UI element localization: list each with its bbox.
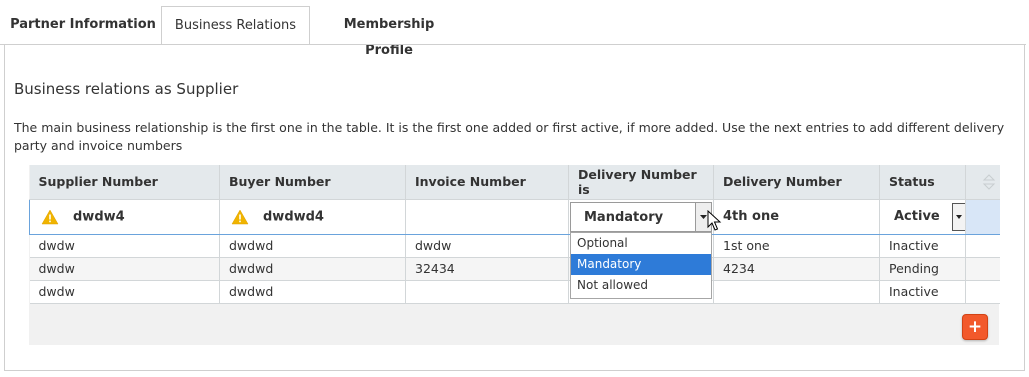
buyer-number-value: dwdwd4 (263, 209, 324, 224)
delivery-number-is-select[interactable]: Mandatory (570, 201, 712, 232)
dropdown-option-optional[interactable]: Optional (571, 233, 711, 254)
buyer-number-cell: dwdwd (219, 280, 406, 304)
tab-business-relations[interactable]: Business Relations (161, 6, 310, 45)
column-header-buyer-number[interactable]: Buyer Number (219, 165, 406, 200)
column-header-delivery-number-is[interactable]: Delivery Number is (568, 165, 714, 200)
add-row-button[interactable]: + (962, 314, 988, 340)
buyer-number-cell: dwdwd (219, 234, 406, 258)
warning-icon (41, 208, 59, 225)
delivery-number-is-edit-cell[interactable]: Mandatory (568, 198, 714, 235)
add-icon: + (967, 317, 983, 337)
column-header-status[interactable]: Status (879, 165, 966, 200)
invoice-number-edit-cell[interactable] (405, 198, 569, 235)
supplier-number-cell: dwdw (29, 280, 220, 304)
dropdown-option-not-allowed[interactable]: Not allowed (571, 275, 711, 296)
status-cell: Inactive (879, 234, 966, 258)
delivery-number-cell: 1st one (713, 234, 880, 258)
delivery-number-edit-cell[interactable]: 4th one (713, 198, 880, 235)
column-header-sort[interactable] (965, 165, 1000, 200)
row-action-cell (965, 198, 1000, 235)
column-header-delivery-number[interactable]: Delivery Number (713, 165, 880, 200)
supplier-number-cell: dwdw (29, 234, 220, 258)
tab-bar: Partner Information Business Relations M… (0, 0, 1029, 58)
mouse-cursor-icon (707, 210, 722, 231)
status-select[interactable]: Active (889, 202, 965, 232)
buyer-number-cell: dwdwd (219, 257, 406, 281)
invoice-number-cell (405, 280, 569, 304)
column-header-supplier-number[interactable]: Supplier Number (29, 165, 220, 200)
table-row[interactable]: dwdw dwdwd dwdw 1st one Inactive (29, 234, 1000, 258)
table-row[interactable]: dwdw dwdwd 32434 4234 Pending (29, 257, 1000, 281)
tab-partner-information[interactable]: Partner Information (10, 12, 156, 44)
invoice-number-cell: dwdw (405, 234, 569, 258)
section-title: Business relations as Supplier (14, 80, 239, 98)
delivery-number-cell (713, 280, 880, 304)
business-relations-grid: Supplier Number Buyer Number Invoice Num… (29, 165, 1000, 304)
supplier-number-cell: dwdw (29, 257, 220, 281)
invoice-number-cell: 32434 (405, 257, 569, 281)
row-action-cell (965, 280, 1000, 304)
buyer-number-edit-cell[interactable]: dwdwd4 (219, 198, 406, 235)
table-row-editing[interactable]: dwdw4 dwdwd4 Mandatory 4th one Active (29, 198, 1000, 235)
table-row[interactable]: dwdw dwdwd Inactive (29, 280, 1000, 304)
status-edit-cell[interactable]: Active (879, 198, 966, 235)
delivery-number-is-value: Mandatory (584, 209, 664, 225)
column-header-invoice-number[interactable]: Invoice Number (405, 165, 569, 200)
dropdown-option-mandatory[interactable]: Mandatory (571, 254, 711, 275)
warning-icon (231, 208, 249, 225)
status-value: Active (894, 208, 940, 224)
delivery-number-is-dropdown-list: Optional Mandatory Not allowed (570, 232, 712, 299)
section-description: The main business relationship is the fi… (14, 120, 1005, 153)
sort-icon[interactable] (982, 174, 996, 190)
delivery-number-cell: 4234 (713, 257, 880, 281)
caret-down-icon (956, 214, 962, 219)
row-action-cell (965, 257, 1000, 281)
supplier-number-edit-cell[interactable]: dwdw4 (29, 198, 220, 235)
row-action-cell (965, 234, 1000, 258)
status-cell: Inactive (879, 280, 966, 304)
status-cell: Pending (879, 257, 966, 281)
status-dropdown-button[interactable] (952, 202, 965, 231)
tab-membership-profile[interactable]: Membership Profile (318, 12, 460, 58)
supplier-number-value: dwdw4 (73, 209, 125, 224)
